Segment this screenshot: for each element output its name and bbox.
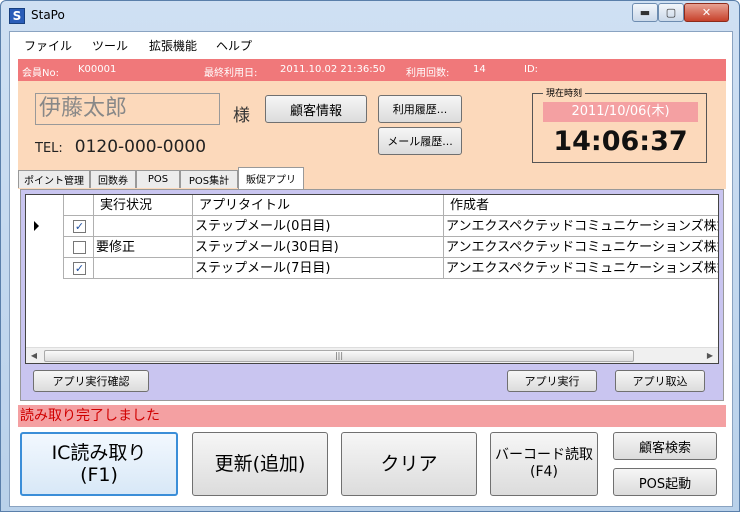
row-checkbox[interactable] [73, 241, 86, 254]
barcode-read-button[interactable]: バーコード読取 (F4) [490, 432, 598, 496]
title-bar[interactable]: S StaPo ▬ ▢ ✕ [1, 1, 739, 31]
row-checkbox-cell [64, 237, 94, 258]
row-title: ステップメール(30日目) [193, 237, 444, 258]
table-row[interactable]: 要修正 ステップメール(30日目) アンエクスペクテッドコミュニケーションズ株式 [26, 237, 719, 258]
tab-pos-summary[interactable]: POS集計 [180, 170, 238, 188]
tab-point-management[interactable]: ポイント管理 [18, 170, 90, 188]
clock-label: 現在時刻 [543, 86, 586, 99]
scroll-right-icon[interactable]: ▶ [702, 348, 718, 363]
row-indicator [26, 216, 64, 237]
clock-time: 14:06:37 [553, 126, 688, 157]
close-button[interactable]: ✕ [684, 3, 729, 22]
status-message: 読み取り完了しました [18, 405, 726, 427]
ic-read-button[interactable]: IC読み取り (F1) [20, 432, 178, 496]
barcode-read-label: バーコード読取 [495, 447, 593, 463]
horizontal-scrollbar[interactable]: ◀ ||| ▶ [26, 347, 718, 363]
row-title: ステップメール(7日目) [193, 258, 444, 279]
app-exec-button[interactable]: アプリ実行 [507, 370, 597, 392]
table-row[interactable]: ✓ ステップメール(0日目) アンエクスペクテッドコミュニケーションズ株式 [26, 216, 719, 237]
app-exec-confirm-button[interactable]: アプリ実行確認 [33, 370, 149, 392]
row-title: ステップメール(0日目) [193, 216, 444, 237]
column-header-title[interactable]: アプリタイトル [193, 195, 444, 216]
tab-coupon[interactable]: 回数券 [90, 170, 136, 188]
telephone-line: TEL: 0120-000-0000 [35, 137, 206, 157]
last-use-value: 2011.10.02 21:36:50 [280, 64, 386, 75]
row-indicator [26, 237, 64, 258]
row-checkbox[interactable]: ✓ [73, 262, 86, 275]
clock-date: 2011/10/06(木) [543, 102, 698, 122]
app-grid: 実行状況 アプリタイトル 作成者 ✓ ステップメール(0日目) アンエクスペクテ… [25, 194, 719, 364]
row-status [94, 258, 193, 279]
promotion-apps-panel: 実行状況 アプリタイトル 作成者 ✓ ステップメール(0日目) アンエクスペクテ… [20, 189, 724, 401]
menu-extensions[interactable]: 拡張機能 [149, 37, 197, 54]
barcode-read-shortcut: (F4) [530, 464, 558, 480]
tel-label: TEL: [35, 141, 63, 156]
row-status [94, 216, 193, 237]
update-button[interactable]: 更新(追加) [192, 432, 328, 496]
usage-history-button[interactable]: 利用履歴... [378, 95, 462, 123]
menu-file[interactable]: ファイル [24, 37, 72, 54]
app-import-button[interactable]: アプリ取込 [615, 370, 705, 392]
row-indicator [26, 258, 64, 279]
minimize-button[interactable]: ▬ [632, 3, 658, 22]
member-info-bar: 会員No: K00001 最終利用日: 2011.10.02 21:36:50 … [18, 59, 726, 81]
member-id-label: 会員No: [22, 68, 59, 79]
honorific-label: 様 [233, 106, 250, 126]
clear-button[interactable]: クリア [341, 432, 477, 496]
tel-value: 0120-000-0000 [74, 137, 207, 157]
row-checkbox-cell: ✓ [64, 258, 94, 279]
row-author: アンエクスペクテッドコミュニケーションズ株式 [446, 261, 719, 276]
customer-search-button[interactable]: 顧客検索 [613, 432, 717, 460]
header-indicator [26, 195, 64, 216]
row-author: アンエクスペクテッドコミュニケーションズ株式 [446, 219, 719, 234]
column-header-status[interactable]: 実行状況 [94, 195, 193, 216]
menu-help[interactable]: ヘルプ [216, 37, 252, 54]
window-title: StaPo [31, 8, 65, 22]
ic-read-shortcut: (F1) [80, 464, 118, 486]
use-count-label: 利用回数: [406, 68, 450, 79]
maximize-button[interactable]: ▢ [658, 3, 684, 22]
pos-start-button[interactable]: POS起動 [613, 468, 717, 496]
current-row-arrow-icon [34, 221, 39, 231]
column-header-author[interactable]: 作成者 [444, 195, 718, 216]
scrollbar-thumb[interactable]: ||| [44, 350, 634, 362]
ic-read-label: IC読み取り [51, 442, 147, 464]
row-checkbox[interactable]: ✓ [73, 220, 86, 233]
app-logo-icon: S [9, 8, 25, 24]
row-checkbox-cell: ✓ [64, 216, 94, 237]
client-area: ファイル ツール 拡張機能 ヘルプ 会員No: K00001 最終利用日: 20… [9, 31, 733, 507]
header-checkbox [64, 195, 94, 216]
grid-header: 実行状況 アプリタイトル 作成者 [26, 195, 718, 216]
use-count-value: 14 [473, 64, 486, 75]
table-row[interactable]: ✓ ステップメール(7日目) アンエクスペクテッドコミュニケーションズ株式 [26, 258, 719, 279]
member-id-value: K00001 [78, 64, 117, 75]
menu-tools[interactable]: ツール [92, 37, 128, 54]
tab-pos[interactable]: POS [136, 170, 180, 188]
mail-history-button[interactable]: メール履歴... [378, 127, 462, 155]
row-author: アンエクスペクテッドコミュニケーションズ株式 [446, 240, 719, 255]
menu-bar: ファイル ツール 拡張機能 ヘルプ [10, 32, 732, 56]
app-window: S StaPo ▬ ▢ ✕ ファイル ツール 拡張機能 ヘルプ 会員No: K0… [0, 0, 740, 512]
last-use-label: 最終利用日: [204, 68, 258, 79]
row-status: 要修正 [94, 237, 193, 258]
scroll-left-icon[interactable]: ◀ [26, 348, 42, 363]
id2-label: ID: [524, 64, 539, 75]
clock-panel: 現在時刻 2011/10/06(木) 14:06:37 [532, 86, 707, 163]
tab-promotion-apps[interactable]: 販促アプリ [238, 167, 304, 189]
customer-info-button[interactable]: 顧客情報 [265, 95, 367, 123]
customer-name-field: 伊藤太郎 [35, 93, 220, 125]
